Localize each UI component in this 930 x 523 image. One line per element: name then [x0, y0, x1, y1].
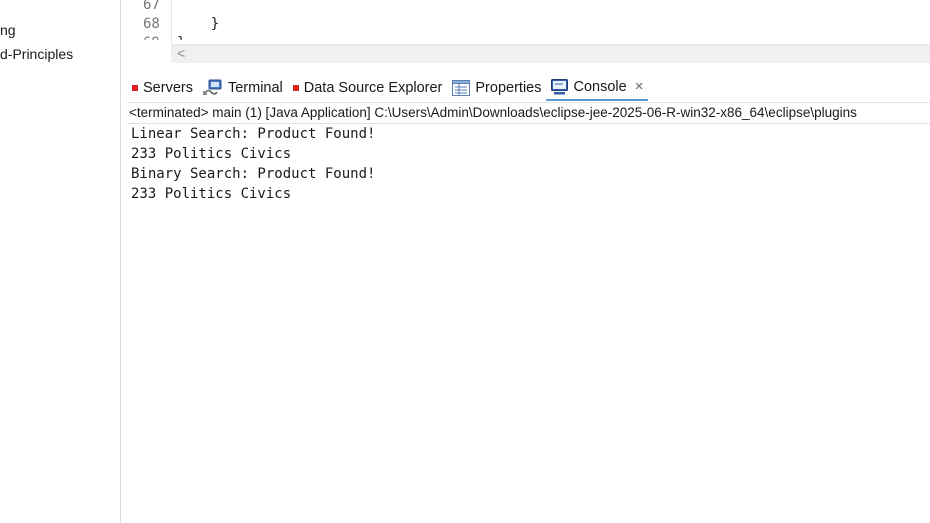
tab-label: Data Source Explorer	[303, 79, 443, 96]
line-number: 68	[143, 16, 160, 32]
tree-item[interactable]: d-Principles	[0, 46, 73, 62]
horizontal-scrollbar[interactable]: <	[171, 44, 930, 63]
console-line: 233 Politics Civics	[131, 186, 292, 202]
servers-icon	[132, 84, 138, 91]
project-explorer-pane: ng d-Principles	[0, 0, 121, 523]
tab-console[interactable]: Console ×	[546, 74, 649, 101]
console-line: Linear Search: Product Found!	[131, 126, 376, 142]
line-number: 67	[143, 0, 160, 13]
tree-item[interactable]: ng	[0, 22, 16, 38]
line-number: 69	[143, 35, 160, 51]
console-line: 233 Politics Civics	[131, 146, 292, 162]
code-editor[interactable]: 67 68 69 } } <	[127, 0, 930, 63]
tab-label: Servers	[143, 79, 193, 96]
tab-label: Properties	[475, 79, 542, 96]
panel-tab-bar: Servers Terminal Data Source Explorer Pr…	[127, 74, 930, 101]
tab-terminal[interactable]: Terminal	[198, 74, 288, 101]
terminal-icon	[202, 79, 223, 96]
console-output[interactable]: Linear Search: Product Found! 233 Politi…	[127, 124, 930, 523]
scroll-left-icon[interactable]: <	[177, 45, 185, 62]
properties-icon	[452, 79, 471, 96]
tab-label: Console	[573, 78, 627, 95]
console-icon	[551, 78, 569, 95]
tab-properties[interactable]: Properties	[447, 74, 546, 101]
data-source-icon	[292, 84, 299, 91]
close-icon[interactable]: ×	[635, 78, 644, 95]
console-process-status: <terminated> main (1) [Java Application]…	[127, 102, 930, 124]
tab-data-source-explorer[interactable]: Data Source Explorer	[288, 74, 448, 101]
line-number-ruler: 67 68 69	[127, 0, 172, 44]
tab-label: Terminal	[227, 79, 283, 96]
code-line[interactable]: }	[177, 16, 219, 32]
tab-servers[interactable]: Servers	[127, 74, 198, 101]
console-line: Binary Search: Product Found!	[131, 166, 376, 182]
